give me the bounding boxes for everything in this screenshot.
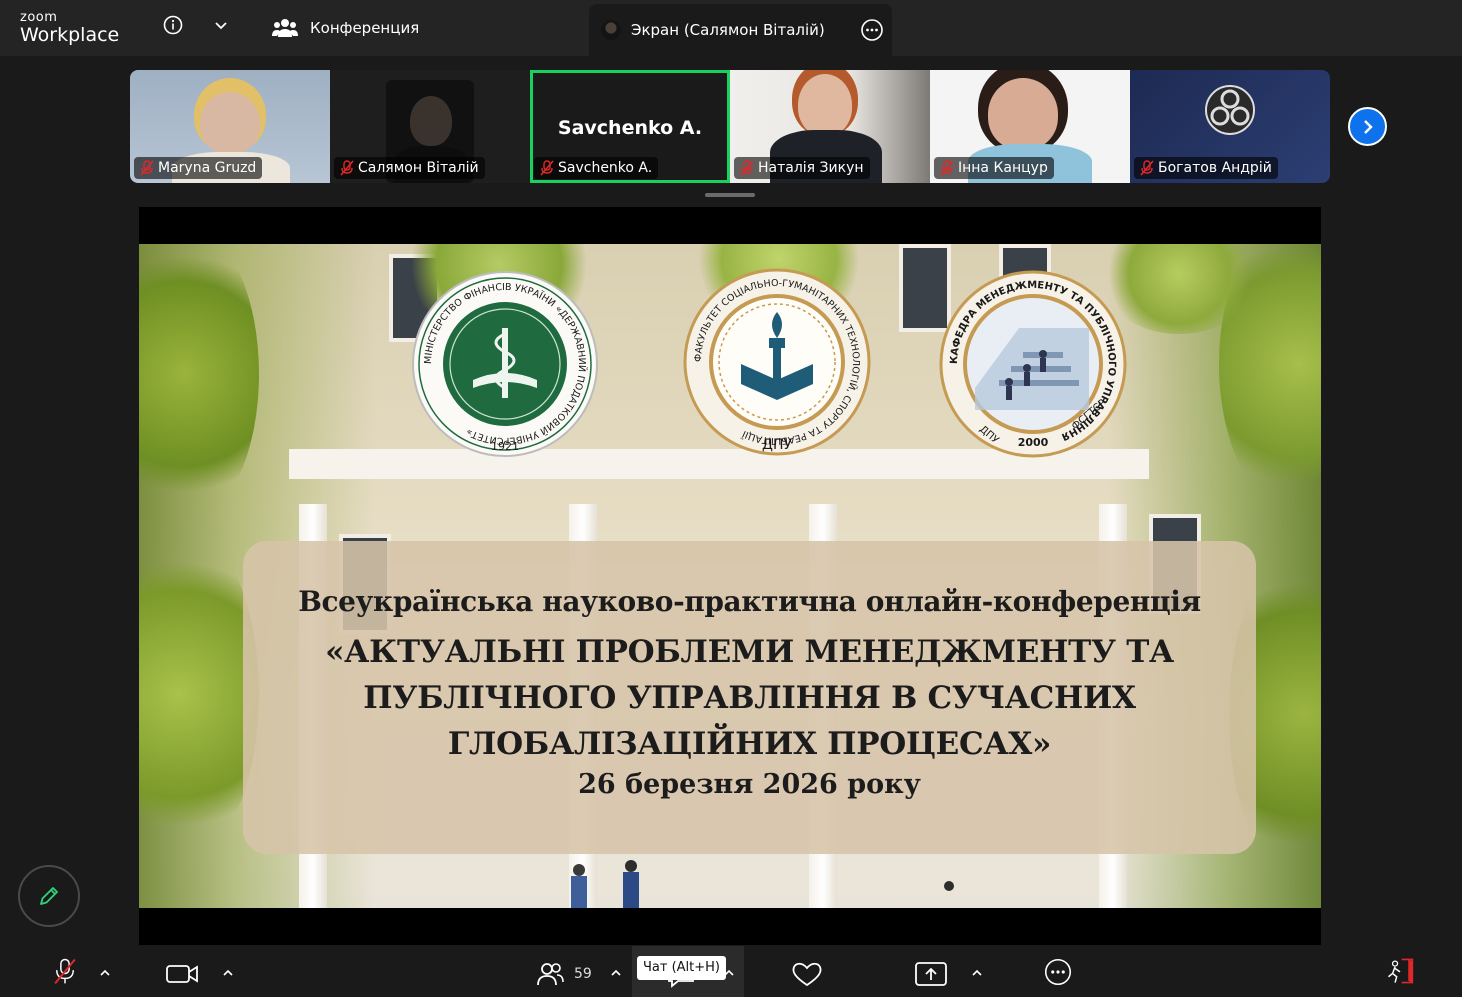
mic-muted-icon xyxy=(740,160,754,176)
chevron-up-icon[interactable] xyxy=(99,968,111,978)
tab-screen-label: Экран (Салямон Віталій) xyxy=(631,21,825,39)
participant-name: Maryna Gruzd xyxy=(158,160,257,176)
slide-title-line: ГЛОБАЛІЗАЦІЙНИХ ПРОЦЕСАХ» xyxy=(447,726,1052,762)
obs-logo-icon xyxy=(1205,85,1255,135)
mic-muted-icon xyxy=(940,160,954,176)
people-silhouettes xyxy=(571,860,954,908)
seal-left-year: 1921 xyxy=(491,440,519,453)
seal-right-year: 2000 xyxy=(1018,436,1049,449)
tab-shared-screen[interactable]: Экран (Салямон Віталій) xyxy=(589,4,892,56)
tab-conference-label: Конференция xyxy=(310,19,420,37)
participant-tile-active-speaker[interactable]: Savchenko A. Savchenko A. xyxy=(530,70,730,183)
chevron-up-icon[interactable] xyxy=(222,968,234,978)
brand-main: Workplace xyxy=(20,24,120,46)
participants-count: 59 xyxy=(574,966,592,982)
participants-icon xyxy=(537,963,564,986)
participant-name-label: Maryna Gruzd xyxy=(134,157,263,179)
presentation-slide: МІНІСТЕРСТВО ФІНАНСІВ УКРАЇНИ «ДЕРЖАВНИЙ… xyxy=(139,244,1321,908)
foliage xyxy=(139,244,259,524)
more-options-icon[interactable] xyxy=(860,18,884,42)
participants-button[interactable]: 59 xyxy=(536,960,592,988)
university-seal: МІНІСТЕРСТВО ФІНАНСІВ УКРАЇНИ «ДЕРЖАВНИЙ… xyxy=(412,271,598,457)
participant-name-label: Салямон Віталій xyxy=(334,157,485,179)
participant-tile[interactable]: Наталія Зикун xyxy=(730,70,930,183)
building-window xyxy=(899,244,951,332)
reactions-heart-icon[interactable] xyxy=(790,960,824,988)
chevron-up-icon[interactable] xyxy=(610,968,622,978)
participant-name-label: Інна Канцур xyxy=(934,157,1054,179)
participant-name: Інна Канцур xyxy=(958,160,1048,176)
slide-title-line: ПУБЛІЧНОГО УПРАВЛІННЯ В СУЧАСНИХ xyxy=(363,680,1136,716)
chat-tooltip: Чат (Alt+H) xyxy=(637,956,726,980)
zoom-window: zoom Workplace Конференция Экран (Салямо… xyxy=(0,0,1462,997)
slide-subtitle: Всеукраїнська науково-практична онлайн-к… xyxy=(298,585,1201,618)
participant-tile[interactable]: Інна Канцур xyxy=(930,70,1130,183)
participant-tile[interactable]: Maryna Gruzd xyxy=(130,70,330,183)
shared-screen: МІНІСТЕРСТВО ФІНАНСІВ УКРАЇНИ «ДЕРЖАВНИЙ… xyxy=(139,207,1321,945)
slide-date: 26 березня 2026 року xyxy=(578,769,921,800)
brand-small: zoom xyxy=(20,10,58,25)
strip-resize-handle[interactable] xyxy=(705,193,755,197)
chevron-right-icon xyxy=(1363,119,1373,134)
participant-name-label: Богатов Андрій xyxy=(1134,157,1278,179)
app-logo: zoom Workplace xyxy=(20,11,119,45)
participant-tile[interactable]: Салямон Віталій xyxy=(330,70,530,183)
participant-name: Наталія Зикун xyxy=(758,160,864,176)
chevron-up-icon[interactable] xyxy=(971,968,983,978)
participant-name-label: Наталія Зикун xyxy=(734,157,870,179)
slide-text-panel: Всеукраїнська науково-практична онлайн-к… xyxy=(243,541,1256,854)
tab-conference[interactable]: Конференция xyxy=(272,12,419,44)
pencil-icon xyxy=(40,887,58,905)
participants-group-icon xyxy=(272,19,298,37)
chevron-down-icon[interactable] xyxy=(210,14,232,36)
participant-tile[interactable]: Богатов Андрій xyxy=(1130,70,1330,183)
leave-meeting-icon[interactable] xyxy=(1382,957,1418,985)
participant-name: Богатов Андрій xyxy=(1158,160,1272,176)
top-bar: zoom Workplace Конференция Экран (Салямо… xyxy=(0,0,1462,56)
video-camera-icon[interactable] xyxy=(165,960,199,988)
mic-muted-icon xyxy=(540,160,554,176)
mic-muted-icon xyxy=(140,160,154,176)
avatar xyxy=(601,20,621,40)
mic-muted-button[interactable] xyxy=(50,957,80,985)
participant-big-name: Savchenko A. xyxy=(557,117,703,139)
slide-title: «АКТУАЛЬНІ ПРОБЛЕМИ МЕНЕДЖМЕНТУ ТА ПУБЛІ… xyxy=(263,629,1236,767)
share-screen-icon[interactable] xyxy=(914,960,948,988)
next-participants-button[interactable] xyxy=(1348,107,1387,146)
participant-name: Салямон Віталій xyxy=(358,160,479,176)
department-seal: КАФЕДРА МЕНЕДЖМЕНТУ ТА ПУБЛІЧНОГО УПРАВЛ… xyxy=(939,270,1127,458)
info-icon[interactable] xyxy=(162,14,184,36)
participant-name-label: Savchenko A. xyxy=(534,157,659,179)
participant-name: Savchenko A. xyxy=(558,160,653,176)
foliage xyxy=(139,524,259,864)
more-icon[interactable] xyxy=(1042,958,1074,986)
participant-strip: Maryna Gruzd Салямон Віталій Savchenko A… xyxy=(130,70,1330,183)
annotate-button[interactable] xyxy=(18,865,80,927)
mic-muted-icon xyxy=(1140,160,1154,176)
faculty-seal: ФАКУЛЬТЕТ СОЦІАЛЬНО-ГУМАНІТАРНИХ ТЕХНОЛО… xyxy=(683,268,871,456)
seal-center-bottom: ДПУ xyxy=(762,437,792,453)
slide-title-line: «АКТУАЛЬНІ ПРОБЛЕМИ МЕНЕДЖМЕНТУ ТА xyxy=(325,634,1174,670)
mic-muted-icon xyxy=(340,160,354,176)
